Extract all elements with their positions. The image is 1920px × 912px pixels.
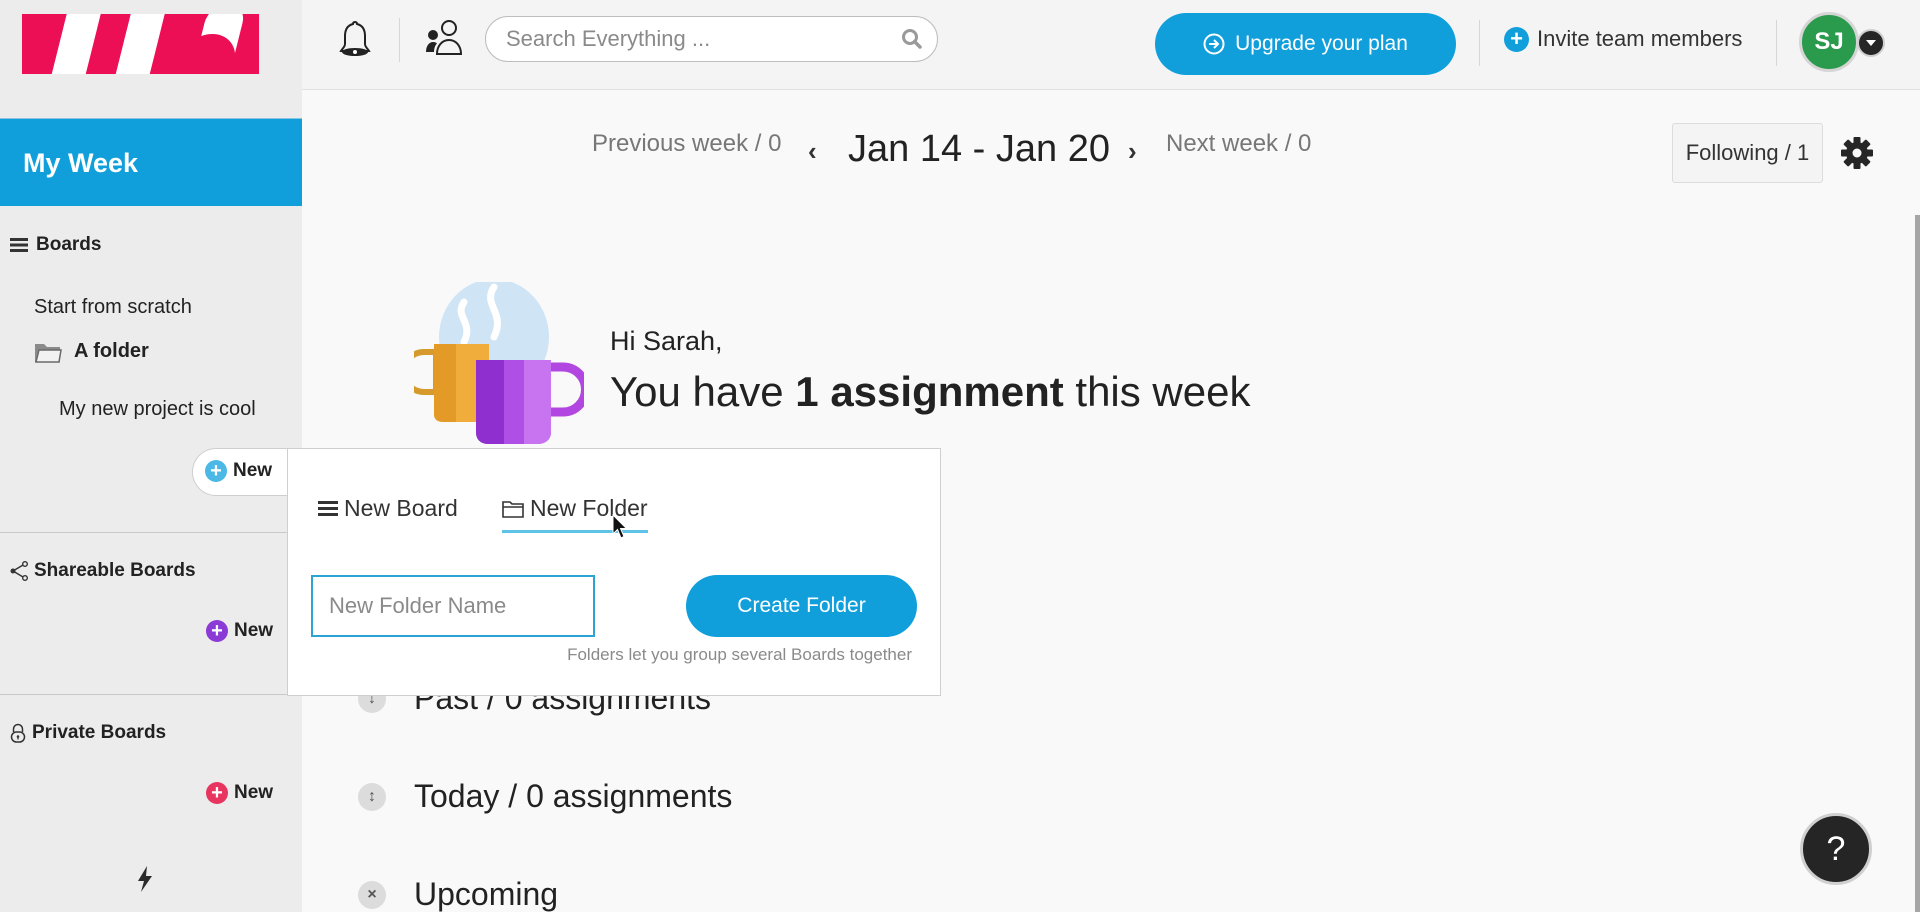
coffee-mugs-illustration — [414, 282, 584, 444]
top-bar: Upgrade your plan + Invite team members … — [302, 0, 1920, 90]
sidebar-my-week[interactable]: My Week — [0, 118, 302, 206]
assignment-suffix: this week — [1063, 368, 1251, 415]
section-today[interactable]: ↕ Today / 0 assignments — [358, 778, 732, 815]
new-board-button-content: + New — [205, 460, 272, 482]
chevron-right-icon[interactable]: › — [1128, 136, 1137, 167]
lightning-icon[interactable] — [136, 866, 154, 892]
arrow-up-down-icon: ↕ — [358, 782, 386, 811]
chevron-left-icon[interactable]: ‹ — [808, 136, 817, 167]
greeting-hi: Hi Sarah, — [610, 326, 723, 356]
following-button[interactable]: Following / 1 — [1672, 123, 1823, 183]
tab-new-folder-label: New Folder — [530, 495, 648, 521]
settings-gear-icon[interactable] — [1840, 136, 1874, 170]
account-dropdown-button[interactable] — [1857, 29, 1885, 57]
next-week-link[interactable]: Next week / 0 — [1166, 130, 1311, 158]
shareable-boards-label: Shareable Boards — [34, 560, 196, 581]
divider — [0, 694, 302, 695]
invite-label: Invite team members — [1537, 26, 1743, 51]
new-label: New — [234, 620, 274, 641]
notifications-bell-icon[interactable] — [338, 20, 372, 58]
search-input[interactable] — [506, 17, 886, 61]
assignment-summary: You have 1 assignment this week — [610, 368, 1250, 416]
plus-icon: + — [206, 620, 228, 642]
section-upcoming[interactable]: × Upcoming — [358, 876, 558, 912]
plus-icon: + — [1504, 26, 1529, 52]
private-boards-heading: Private Boards — [10, 722, 166, 744]
share-icon — [10, 561, 28, 581]
new-label: New — [233, 460, 273, 481]
create-folder-button[interactable]: Create Folder — [686, 575, 917, 637]
divider — [0, 532, 288, 533]
menu-icon — [10, 238, 28, 252]
folder-label: A folder — [74, 340, 149, 362]
arrow-circle-right-icon — [1203, 33, 1225, 55]
previous-week-link[interactable]: Previous week / 0 — [592, 130, 781, 158]
mouse-cursor-icon — [612, 514, 628, 539]
assignment-prefix: You have — [610, 368, 796, 415]
folder-outline-icon — [502, 500, 524, 518]
folder-hint-text: Folders let you group several Boards tog… — [567, 645, 912, 664]
search-icon[interactable] — [901, 28, 923, 50]
lock-icon — [10, 723, 26, 743]
folder-icon — [35, 343, 62, 363]
assignment-count: 1 assignment — [795, 368, 1064, 415]
upgrade-label: Upgrade your plan — [1235, 32, 1408, 55]
new-folder-name-input[interactable] — [311, 575, 595, 637]
sidebar-item-my-new-project[interactable]: My new project is cool — [59, 398, 256, 421]
divider — [1776, 20, 1777, 66]
tab-new-board-label: New Board — [344, 495, 458, 521]
new-board-button[interactable]: + New — [192, 448, 302, 496]
new-private-board-button[interactable]: + New — [206, 782, 273, 804]
shareable-boards-heading: Shareable Boards — [10, 560, 196, 582]
new-item-popup: New Board New Folder Create Folder Folde… — [287, 448, 941, 696]
upgrade-plan-button[interactable]: Upgrade your plan — [1155, 13, 1456, 75]
sidebar-item-start-from-scratch[interactable]: Start from scratch — [34, 296, 192, 319]
plus-icon: + — [206, 782, 228, 804]
section-upcoming-label: Upcoming — [414, 876, 559, 912]
team-members-icon[interactable] — [424, 18, 464, 58]
new-label: New — [234, 782, 274, 803]
menu-icon — [318, 501, 338, 516]
invite-team-members-button[interactable]: + Invite team members — [1504, 26, 1742, 52]
help-button[interactable]: ? — [1800, 813, 1872, 885]
new-shareable-board-button[interactable]: + New — [206, 620, 273, 642]
caret-down-icon — [1866, 39, 1876, 46]
sidebar-item-a-folder[interactable]: A folder — [34, 340, 149, 363]
divider — [1479, 20, 1480, 66]
boards-heading: Boards — [10, 234, 101, 256]
section-today-label: Today / 0 assignments — [414, 778, 733, 814]
search-box — [485, 16, 938, 62]
week-range: Jan 14 - Jan 20 — [848, 128, 1110, 170]
user-avatar[interactable]: SJ — [1799, 12, 1859, 72]
private-boards-label: Private Boards — [32, 722, 167, 743]
page-scrollbar[interactable] — [1915, 215, 1920, 912]
plus-icon: + — [205, 460, 227, 482]
tab-new-board[interactable]: New Board — [318, 495, 458, 530]
app-logo[interactable] — [22, 14, 259, 74]
boards-heading-label: Boards — [36, 234, 102, 255]
chevrons-icon: × — [358, 880, 386, 909]
divider — [399, 18, 400, 62]
